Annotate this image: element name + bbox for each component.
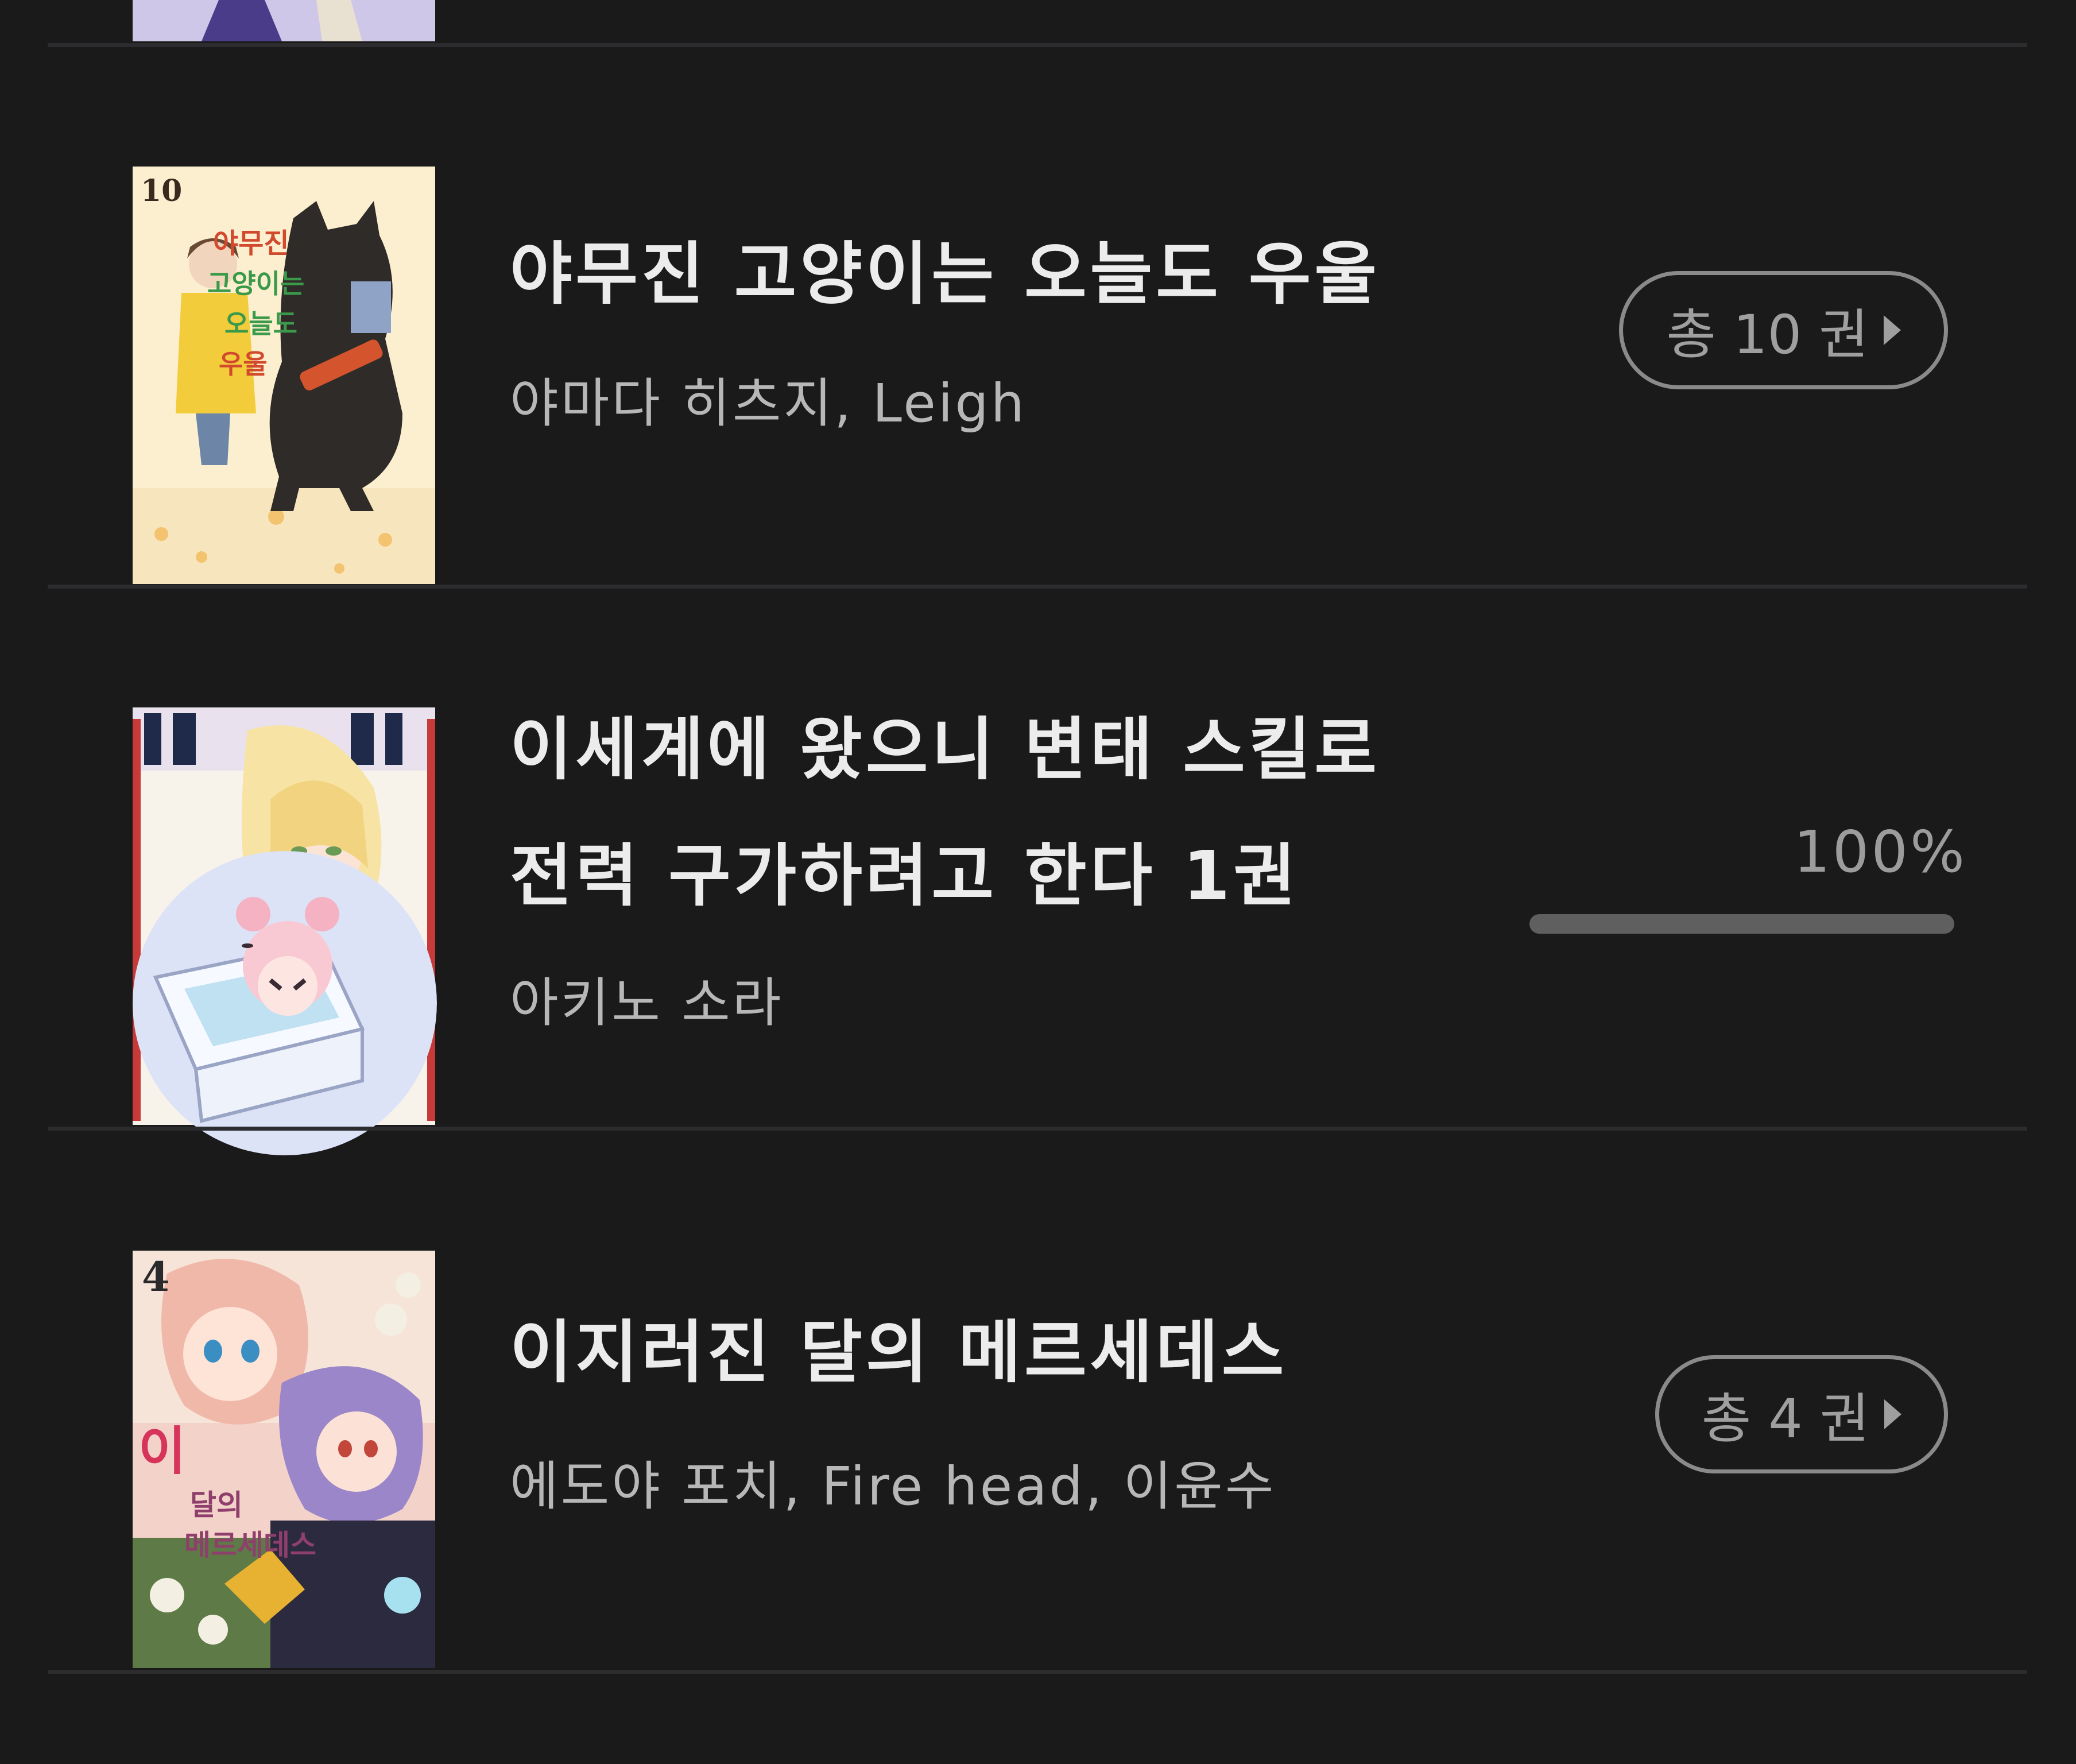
reading-progress-fill xyxy=(1529,914,1954,934)
book-cover[interactable]: 4 이 달의 메르세데스 xyxy=(133,1251,435,1668)
reading-progress-bar xyxy=(1529,914,1954,934)
volume-count-button[interactable]: 총 4 권 xyxy=(1655,1355,1948,1473)
book-title[interactable]: 야무진 고양이는 오늘도 우울 xyxy=(510,214,1380,334)
cover-volume-number: 4 xyxy=(142,1253,170,1301)
list-divider xyxy=(48,1127,2027,1131)
list-divider xyxy=(48,43,2027,47)
svg-text:야무진: 야무진 xyxy=(213,227,289,260)
book-author: 에도야 포치, Fire head, 이윤수 xyxy=(510,1456,1276,1517)
book-author: 야마다 히츠지, Leigh xyxy=(510,373,1027,434)
list-divider xyxy=(48,585,2027,589)
svg-text:고양이는: 고양이는 xyxy=(207,268,304,299)
book-cover-partial[interactable] xyxy=(133,0,435,41)
cover-volume-number: 10 xyxy=(141,173,182,208)
book-title[interactable]: 이세계에 왔으니 변태 스킬로 xyxy=(510,689,1380,810)
sticker-avatar xyxy=(133,851,437,1155)
volume-count-label: 총 4 권 xyxy=(1701,1388,1870,1450)
svg-text:메르세데스: 메르세데스 xyxy=(184,1529,316,1562)
volume-count-button[interactable]: 총 10 권 xyxy=(1619,271,1948,389)
chevron-right-icon xyxy=(1884,1399,1902,1429)
svg-text:이: 이 xyxy=(138,1421,186,1481)
volume-count-label: 총 10 권 xyxy=(1666,304,1869,366)
list-divider xyxy=(48,1670,2027,1674)
book-title[interactable]: 전력 구가하려고 한다 1권 xyxy=(510,815,1299,936)
reading-progress-text: 100% xyxy=(1794,818,1967,885)
book-list: 10 야무진 고양이는 오늘도 우울 야무진 고양이는 오늘도 우울 야마다 히… xyxy=(0,0,2076,1764)
svg-text:달의: 달의 xyxy=(190,1488,243,1522)
book-author: 아키노 소라 xyxy=(510,972,784,1034)
chevron-right-icon xyxy=(1883,315,1901,345)
svg-text:오늘도: 오늘도 xyxy=(224,308,297,339)
book-title[interactable]: 이지러진 달의 메르세데스 xyxy=(510,1292,1287,1413)
svg-text:우울: 우울 xyxy=(219,349,268,380)
book-cover[interactable]: 10 야무진 고양이는 오늘도 우울 xyxy=(133,167,435,584)
